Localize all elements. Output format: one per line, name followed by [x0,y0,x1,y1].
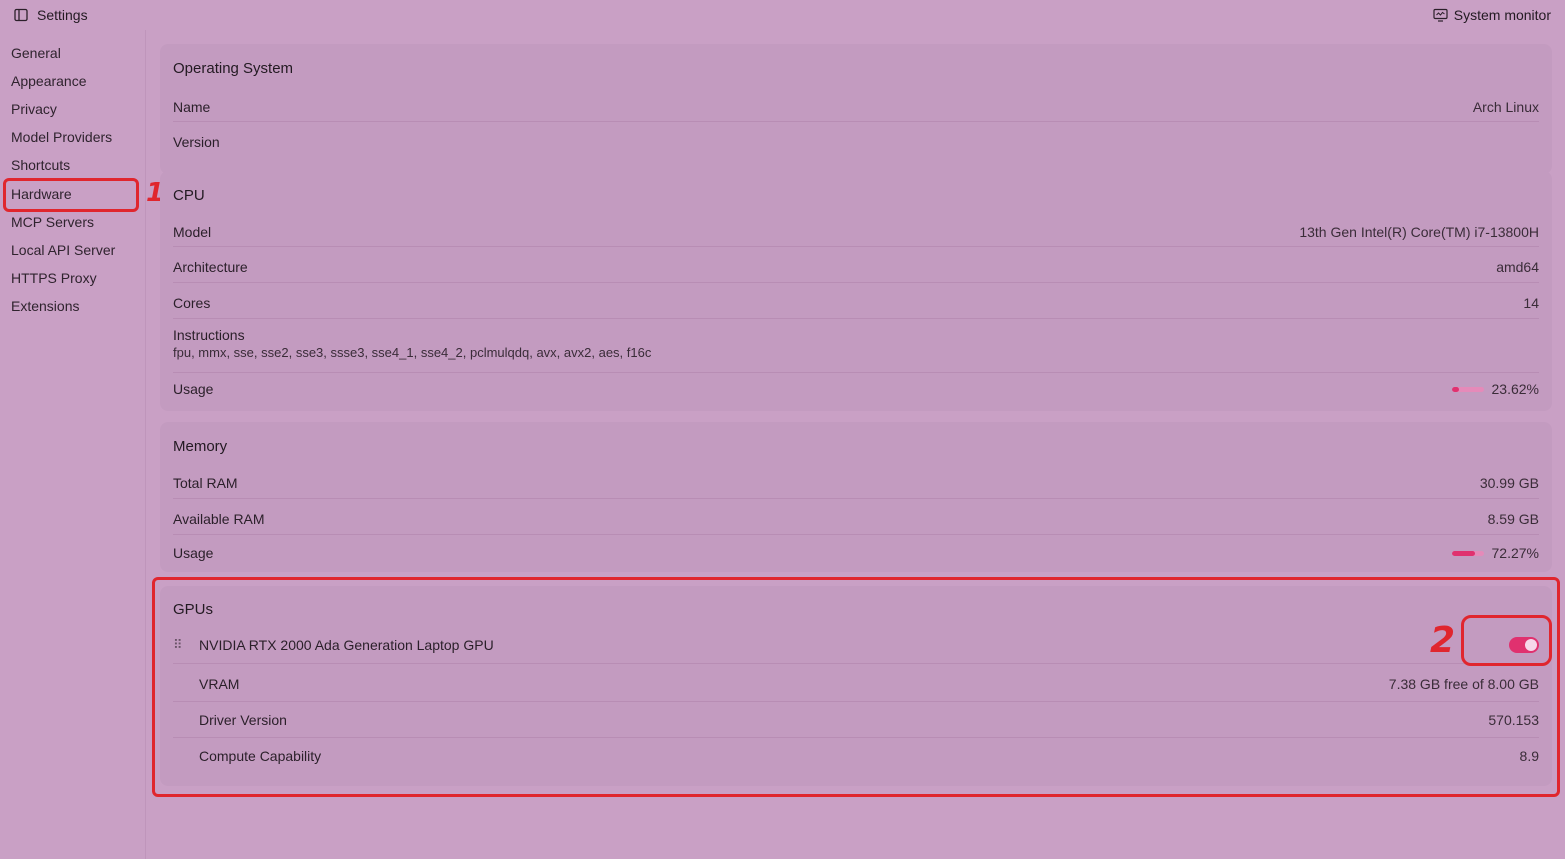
settings-window: Settings System monitor General Appearan… [0,0,1565,859]
cpu-model-label: Model [173,223,212,240]
memory-title: Memory [173,438,228,455]
cpu-cores-row: Cores 14 [173,287,1539,319]
os-name-row: Name Arch Linux [173,92,1539,122]
window-title: Settings [37,7,88,23]
cpu-instructions-label: Instructions [173,327,245,343]
cpu-model-row: Model 13th Gen Intel(R) Core(TM) i7-1380… [173,217,1539,247]
system-monitor-button[interactable]: System monitor [1433,7,1551,23]
title-bar: Settings System monitor [0,0,1565,30]
cpu-usage-fill [1451,386,1460,392]
cpu-usage-label: Usage [173,381,214,397]
os-card: Operating System Name Arch Linux Version [160,44,1552,174]
annotation-box-hardware [3,178,139,212]
title-left: Settings [14,7,88,23]
cpu-usage-row: Usage 23.62% [173,375,1539,403]
memory-card: Memory Total RAM 30.99 GB Available RAM … [160,422,1552,572]
cpu-card: CPU Model 13th Gen Intel(R) Core(TM) i7-… [160,171,1552,411]
monitor-icon [1433,8,1448,22]
cpu-arch-row: Architecture amd64 [173,251,1539,283]
os-name-label: Name [173,98,211,115]
sidebar-item-appearance[interactable]: Appearance [11,70,87,92]
cpu-arch-label: Architecture [173,258,248,275]
os-version-label: Version [173,134,220,150]
cpu-arch-value: amd64 [1496,258,1539,275]
memory-total-label: Total RAM [173,474,238,491]
cpu-usage: 23.62% [1451,381,1539,397]
sidebar: General Appearance Privacy Model Provide… [0,30,146,859]
memory-available-row: Available RAM 8.59 GB [173,503,1539,535]
system-monitor-label: System monitor [1453,7,1551,23]
memory-total-row: Total RAM 30.99 GB [173,467,1539,499]
sidebar-item-shortcuts[interactable]: Shortcuts [11,154,70,176]
cpu-usage-value: 23.62% [1491,381,1539,397]
sidebar-item-model-providers[interactable]: Model Providers [11,126,112,148]
annotation-number-2: 2 [1430,620,1456,661]
memory-usage-row: Usage 72.27% [173,539,1539,567]
memory-available-value: 8.59 GB [1487,510,1539,527]
annotation-box-gpus [152,577,1560,797]
cpu-cores-label: Cores [173,294,211,311]
sidebar-item-privacy[interactable]: Privacy [11,98,57,120]
sidebar-item-general[interactable]: General [11,42,61,64]
cpu-instructions-row: Instructions fpu, mmx, sse, sse2, sse3, … [173,323,1539,373]
cpu-instructions-value: fpu, mmx, sse, sse2, sse3, ssse3, sse4_1… [173,345,652,360]
memory-usage-value: 72.27% [1491,545,1539,561]
memory-usage-bar [1451,550,1484,556]
memory-total-value: 30.99 GB [1479,474,1539,491]
cpu-usage-bar [1451,386,1484,392]
memory-usage-fill [1451,550,1475,556]
memory-available-label: Available RAM [173,510,265,527]
cpu-cores-value: 14 [1523,294,1539,311]
annotation-box-toggle [1461,615,1552,666]
os-name-value: Arch Linux [1472,98,1539,115]
sidebar-item-mcp-servers[interactable]: MCP Servers [11,211,94,233]
cpu-model-value: 13th Gen Intel(R) Core(TM) i7-13800H [1299,223,1539,240]
sidebar-item-https-proxy[interactable]: HTTPS Proxy [11,267,97,289]
sidebar-panel-icon[interactable] [14,8,28,22]
cpu-title: CPU [173,187,205,204]
os-version-row: Version [173,126,1539,158]
os-title: Operating System [173,60,294,77]
memory-usage: 72.27% [1451,545,1539,561]
memory-usage-label: Usage [173,545,214,561]
sidebar-item-local-api-server[interactable]: Local API Server [11,239,115,261]
sidebar-item-extensions[interactable]: Extensions [11,295,79,317]
